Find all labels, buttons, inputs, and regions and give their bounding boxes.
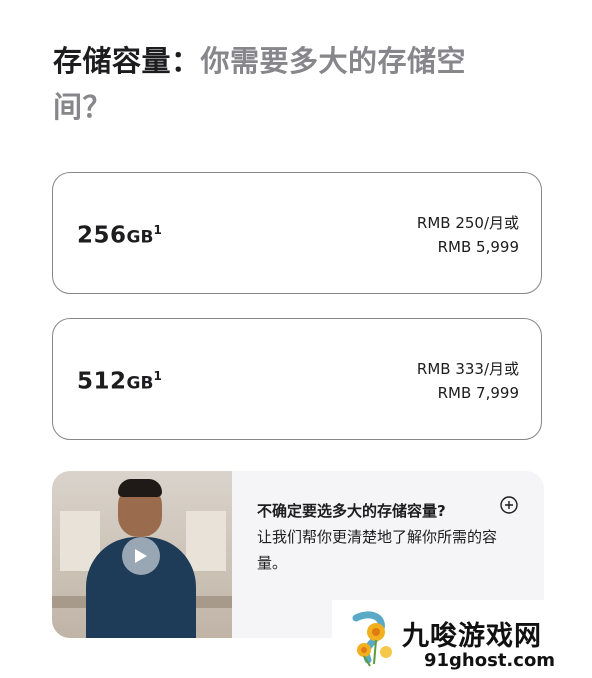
price-info: RMB 250/月或 RMB 5,999	[417, 211, 519, 259]
capacity-unit: GB	[126, 227, 154, 248]
storage-option-512gb[interactable]: 512GB1 RMB 333/月或 RMB 7,999	[52, 318, 542, 440]
capacity-value: 512	[77, 368, 127, 395]
storage-option-256gb[interactable]: 256GB1 RMB 250/月或 RMB 5,999	[52, 172, 542, 294]
capacity-value: 256	[77, 222, 127, 249]
help-video-thumbnail[interactable]	[52, 471, 232, 638]
site-watermark: 九唆游戏网 91ghost.com	[332, 600, 592, 678]
monthly-price: RMB 250/月或	[416, 214, 519, 232]
capacity-label: 512GB1	[77, 363, 162, 398]
flower-logo-icon	[346, 610, 402, 668]
plus-circle-icon[interactable]	[500, 496, 518, 514]
price-info: RMB 333/月或 RMB 7,999	[417, 357, 519, 405]
help-question: 不确定要选多大的存储容量?	[257, 502, 446, 520]
help-description: 让我们帮你更清楚地了解你所需的容量。	[257, 528, 498, 572]
watermark-url: 91ghost.com	[424, 650, 556, 671]
capacity-label: 256GB1	[77, 217, 162, 252]
full-price: RMB 7,999	[437, 384, 519, 402]
storage-heading: 存储容量：你需要多大的存储空间？	[53, 38, 523, 130]
capacity-unit: GB	[126, 373, 154, 394]
footnote-marker: 1	[153, 223, 162, 237]
help-text: 不确定要选多大的存储容量? 让我们帮你更清楚地了解你所需的容量。	[257, 498, 513, 576]
presenter-hair	[118, 479, 162, 497]
footnote-marker: 1	[153, 369, 162, 383]
full-price: RMB 5,999	[437, 238, 519, 256]
watermark-title: 九唆游戏网	[402, 621, 542, 652]
monthly-price: RMB 333/月或	[416, 360, 519, 378]
play-icon[interactable]	[122, 537, 160, 575]
background-shelf	[186, 511, 226, 571]
heading-lead: 存储容量：	[53, 44, 201, 78]
